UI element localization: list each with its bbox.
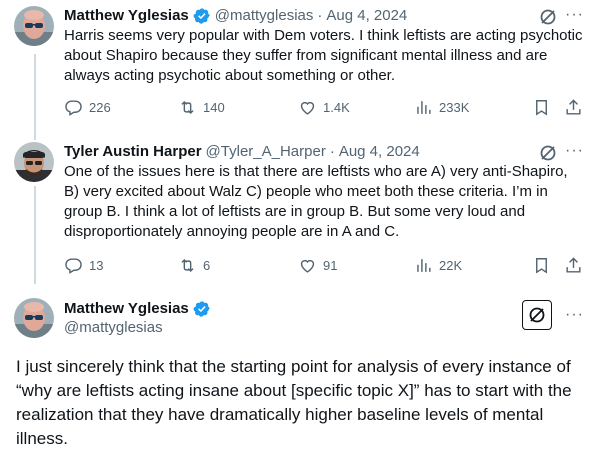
retweet-button[interactable]: 140 bbox=[178, 98, 225, 117]
bookmark-button[interactable] bbox=[532, 256, 551, 275]
tweet-text: Harris seems very popular with Dem voter… bbox=[64, 27, 583, 84]
tweet-header: Matthew Yglesias @mattyglesias · Aug 4, … bbox=[64, 6, 407, 26]
author-handle[interactable]: @Tyler_A_Harper bbox=[206, 142, 326, 162]
reply-icon bbox=[65, 100, 82, 116]
bookmark-button[interactable] bbox=[532, 98, 551, 117]
avatar[interactable] bbox=[14, 298, 54, 338]
avatar[interactable] bbox=[14, 142, 54, 182]
reply-button[interactable]: 226 bbox=[64, 98, 111, 117]
like-count: 1.4K bbox=[323, 100, 350, 115]
retweet-button[interactable]: 6 bbox=[178, 256, 210, 275]
author-name[interactable]: Tyler Austin Harper bbox=[64, 142, 202, 162]
share-button[interactable] bbox=[564, 256, 583, 275]
author-name[interactable]: Matthew Yglesias bbox=[64, 6, 189, 26]
like-count: 91 bbox=[323, 258, 338, 273]
share-icon bbox=[566, 99, 581, 115]
bookmark-icon bbox=[536, 100, 547, 116]
bookmark-icon bbox=[536, 258, 547, 274]
tweet-text: One of the issues here is that there are… bbox=[64, 163, 568, 240]
verified-badge-icon bbox=[193, 8, 210, 24]
share-icon bbox=[566, 257, 581, 273]
separator: · bbox=[317, 7, 323, 24]
tweet-date[interactable]: Aug 4, 2024 bbox=[326, 6, 407, 26]
author-handle[interactable]: @mattyglesias bbox=[64, 318, 163, 338]
thread-line bbox=[34, 186, 36, 284]
author-name[interactable]: Matthew Yglesias bbox=[64, 299, 189, 319]
views-icon bbox=[417, 259, 431, 272]
like-button[interactable]: 91 bbox=[298, 256, 337, 275]
reply-count: 226 bbox=[89, 100, 111, 115]
tweet-header: Tyler Austin Harper @Tyler_A_Harper · Au… bbox=[64, 142, 420, 162]
retweet-icon bbox=[181, 258, 194, 273]
reply-count: 13 bbox=[89, 258, 104, 273]
views-button[interactable]: 233K bbox=[414, 98, 469, 117]
more-icon[interactable]: ··· bbox=[565, 7, 584, 23]
verified-badge-icon bbox=[193, 301, 210, 317]
views-button[interactable]: 22K bbox=[414, 256, 462, 275]
more-icon[interactable]: ··· bbox=[565, 307, 584, 323]
reply-button[interactable]: 13 bbox=[64, 256, 103, 275]
separator: · bbox=[329, 143, 335, 160]
tweet-date[interactable]: Aug 4, 2024 bbox=[339, 142, 420, 162]
view-count: 22K bbox=[439, 258, 463, 273]
grok-icon[interactable] bbox=[537, 6, 559, 28]
retweet-icon bbox=[181, 100, 194, 115]
share-button[interactable] bbox=[564, 98, 583, 117]
reply-icon bbox=[65, 258, 82, 274]
retweet-count: 140 bbox=[203, 100, 225, 115]
like-button[interactable]: 1.4K bbox=[298, 98, 350, 117]
view-count: 233K bbox=[439, 100, 470, 115]
main-author-name-row: Matthew Yglesias bbox=[64, 299, 211, 319]
grok-icon[interactable] bbox=[522, 300, 552, 330]
author-handle[interactable]: @mattyglesias bbox=[215, 6, 314, 26]
views-icon bbox=[417, 101, 431, 114]
like-icon bbox=[300, 101, 315, 115]
grok-icon[interactable] bbox=[537, 142, 559, 164]
tweet-actions: 13 6 91 22K bbox=[64, 256, 586, 278]
retweet-count: 6 bbox=[203, 258, 211, 273]
main-tweet-text: I just sincerely think that the starting… bbox=[16, 357, 572, 448]
thread-line bbox=[34, 54, 36, 140]
tweet-actions: 226 140 1.4K 233K bbox=[64, 98, 586, 120]
avatar[interactable] bbox=[14, 6, 54, 46]
more-icon[interactable]: ··· bbox=[565, 143, 584, 159]
like-icon bbox=[300, 259, 315, 273]
